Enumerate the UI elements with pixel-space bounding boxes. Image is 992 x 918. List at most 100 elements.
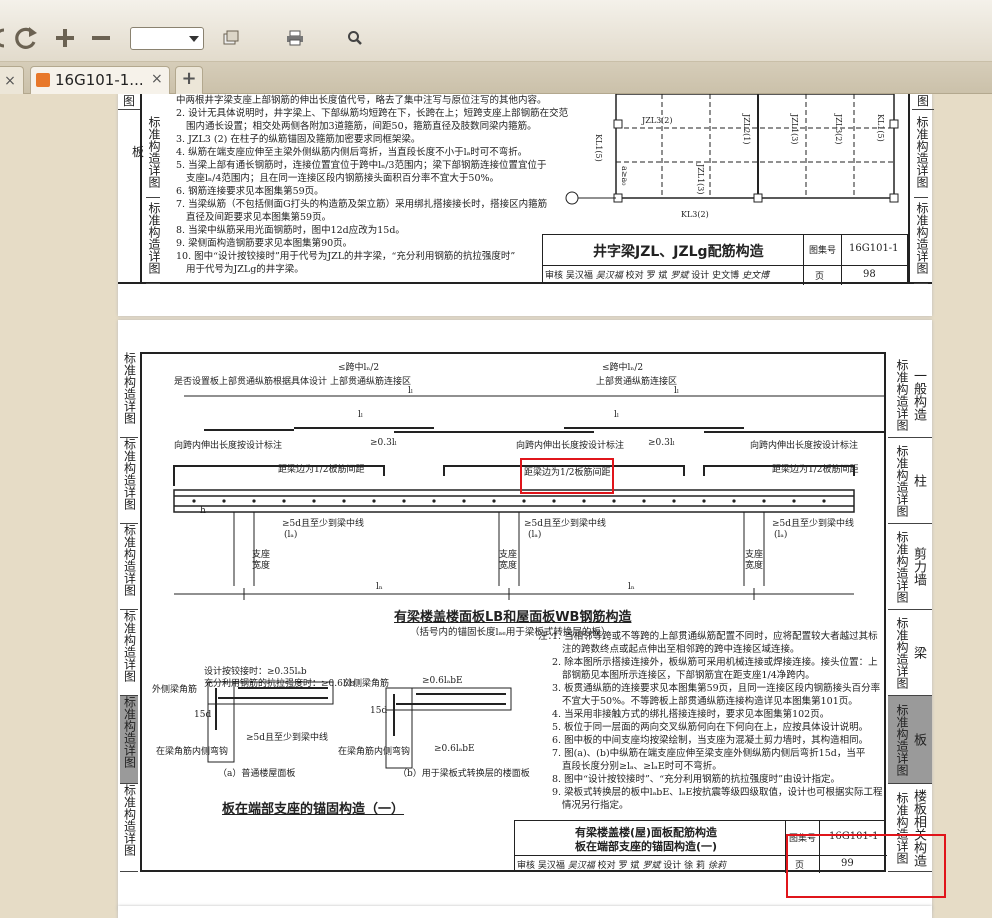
note-line: 部钢筋见本图所示连接区，下部钢筋宜在距支座1/4净跨内。	[562, 670, 815, 681]
note-line: 3. 板贯通纵筋的连接要求见本图集第59页，且同一连接区段内钢筋接头百分率	[552, 683, 881, 694]
note-line: 6. 钢筋连接要求见本图集第59页。	[176, 186, 324, 197]
plan-label: a≥a₀	[620, 166, 629, 186]
dim-label: ≥5d且至少到梁中线	[282, 519, 365, 529]
note-line: 4. 当采用非接触方式的绑扎搭接连接时，要求见本图集第102页。	[552, 709, 830, 720]
new-tab-button[interactable]: +	[175, 66, 203, 94]
dim-label: 向跨内伸出长度按设计标注	[750, 441, 859, 451]
plan-label: JZL3(2)	[834, 114, 843, 145]
span-label: lₙ	[628, 582, 635, 592]
left-strip-cell: 图	[118, 94, 140, 110]
right-strip-cell: 标准构造详图 剪力墙	[888, 524, 932, 610]
detail-label: 外侧梁角筋	[344, 679, 390, 689]
pdf-page-98: 图 标准构造详图 标准构造详图 板 图 标准构造详图 标准构造详图 中两根井字梁…	[118, 94, 934, 316]
dim-label: 上部贯通纵筋连接区	[330, 377, 412, 387]
search-icon[interactable]	[344, 22, 366, 54]
left-strip-extra: 板	[132, 145, 145, 159]
dim-label: 向跨内伸出长度按设计标注	[516, 441, 625, 451]
note-line: 直段长度分别≥lₐ、≥lₐE时可不弯折。	[562, 761, 722, 772]
dim-label: lₗ	[674, 386, 680, 396]
note-line: 5. 当梁上部有通长钢筋时，连接位置宜位于跨中lₙ/3范围内；梁下部钢筋连接位置…	[176, 160, 547, 171]
plan-label: JZL1(3)	[790, 114, 799, 145]
note-line: 中两根井字梁支座上部钢筋的伸出长度值代号，略去了集中注写与原位注写的其他内容。	[176, 95, 547, 106]
note-line: 7. 图(a)、(b)中纵筋在端支座应伸至梁支座外侧纵筋内侧后弯折15d，当平	[552, 748, 866, 759]
zoom-select[interactable]	[130, 27, 204, 50]
support-label: 支座宽度	[252, 550, 271, 571]
dim-label: (lₐ)	[528, 530, 542, 540]
note-line: 5. 板位于同一层面的两向交叉纵筋何向在下何向在上，应按具体设计说明。	[552, 722, 869, 733]
left-frame-line	[140, 94, 142, 284]
refresh-icon[interactable]	[12, 22, 40, 54]
dim-label: (lₐ)	[284, 530, 298, 540]
note-line: 围内通长设置；相交处两侧各附加3道箍筋，间距50，箍筋直径及肢数同梁内箍筋。	[186, 121, 537, 132]
dim-label: h	[200, 506, 206, 516]
pdf-page-100	[118, 906, 932, 918]
tab-active[interactable]: 16G101-1... ×	[30, 66, 170, 94]
dim-label: ≥5d且至少到梁中线	[772, 519, 855, 529]
print-icon[interactable]	[284, 22, 306, 54]
toolbar	[0, 0, 992, 62]
back-icon[interactable]	[0, 22, 10, 54]
sign-row: 审核 吴汉福 吴汉福 校对 罗 斌 罗斌 设计 史文博 史文博	[545, 271, 769, 281]
right-frame-line	[908, 94, 910, 284]
note-line: 9. 梁板式转换层的板中lₐbE、lₐE按抗震等级四级取值，设计也可根据实际工程	[552, 787, 883, 798]
detail-label: 外侧梁角筋	[152, 685, 198, 695]
dim-label: ≥0.3lₗ	[648, 438, 675, 448]
note-line: 情况另行指定。	[562, 800, 629, 811]
right-strip-cell: 标准构造详图	[914, 202, 929, 284]
detail-label: 15d	[194, 710, 212, 720]
detail-label: 在梁角筋内侧弯钩	[338, 747, 411, 757]
tab-close-icon[interactable]: ×	[151, 71, 163, 87]
note-line: 直径及间距要求见本图集第59页。	[186, 212, 332, 223]
dim-label: lₗ	[614, 410, 620, 420]
highlight-box-page-number	[786, 834, 946, 898]
dim-label: (lₐ)	[774, 530, 788, 540]
tab-title: 16G101-1...	[55, 71, 144, 89]
zoom-in-icon[interactable]	[52, 22, 78, 54]
tab-previous[interactable]: ×	[0, 66, 24, 94]
left-strip-cell: 标准构造详图	[120, 352, 138, 438]
plan-label: KL3(2)	[681, 210, 709, 219]
right-strip: 标准构造详图 一般构造 标准构造详图柱 标准构造详图 剪力墙 标准构造详图梁 标准构…	[888, 352, 932, 872]
detail-label: ≥0.6lₐbE	[434, 744, 475, 754]
document-viewer[interactable]: 图 标准构造详图 标准构造详图 板 图 标准构造详图 标准构造详图 中两根井字梁…	[0, 94, 992, 918]
dim-label: lₗ	[358, 410, 364, 420]
support-label: 支座宽度	[499, 550, 518, 571]
left-strip-cell: 标准构造详图	[146, 202, 161, 284]
note-line: 1. 当相邻等跨或不等跨的上部贯通纵筋配置不同时，应将配置较大者越过其标	[552, 631, 878, 642]
note-line: 支座lₙ/4范围内；且在同一连接区段内钢筋接头面积百分率不宜大于50%。	[186, 173, 500, 184]
dim-label: 上部贯通纵筋连接区	[596, 377, 678, 387]
plan-label: JZL2(1)	[742, 114, 751, 145]
drawing-title-2: 板在端部支座的锚固构造(一)	[575, 840, 718, 853]
right-strip-cell: 图	[912, 94, 934, 110]
atlas-label: 图集号	[809, 246, 837, 256]
left-strip-cell: 标准构造详图	[120, 438, 138, 524]
right-strip-cell: 标准构造详图 一般构造	[888, 352, 932, 438]
dim-label: ≥0.3lₗ	[370, 438, 397, 448]
zoom-out-icon[interactable]	[88, 22, 114, 54]
dim-label: lₗ	[408, 386, 414, 396]
note-line: 3. JZL3 (2) 在柱子的纵筋锚固及箍筋加密要求同框架梁。	[176, 134, 421, 145]
left-strip-cell-active: 标准构造详图	[120, 696, 138, 784]
note-line: 不宜大于50%。不等跨板上部贯通纵筋连接构造详见本图集第101页。	[562, 696, 858, 707]
fit-page-icon[interactable]	[220, 22, 242, 54]
right-strip-cell: 标准构造详图柱	[888, 438, 932, 524]
span-label: lₙ	[376, 582, 383, 592]
highlight-box-note	[520, 458, 614, 494]
plan-label: KL1(5)	[594, 134, 603, 162]
tab-close-icon[interactable]: ×	[4, 73, 16, 89]
main-title: 有梁楼盖楼面板LB和屋面板WB钢筋构造	[394, 610, 632, 625]
note-line: 2. 除本图所示搭接连接外，板纵筋可采用机械连接或焊接连接。接头位置：上	[552, 657, 878, 668]
plan-label: JZL3(2)	[642, 116, 673, 125]
support-label: 支座宽度	[745, 550, 764, 571]
dim-label: 向跨内伸出长度按设计标注	[174, 441, 283, 451]
detail-caption: （b）用于梁板式转换层的楼面板	[398, 769, 530, 779]
detail-b-drawing	[385, 687, 512, 769]
right-strip-cell: 标准构造详图梁	[888, 610, 932, 696]
note-line: 8. 当梁中纵筋采用光面钢筋时，图中12d应改为15d。	[176, 225, 405, 236]
dim-label: ≤跨中lₙ/2	[602, 363, 644, 373]
note-line: 注的跨数终点或起点伸出至相邻跨的跨中连接区域连接。	[562, 644, 800, 655]
detail-label: ≥5d且至少到梁中线	[246, 733, 329, 743]
detail-label: ≥0.6lₐbE	[422, 676, 463, 686]
right-strip-cell: 标准构造详图	[914, 116, 929, 198]
note-line: 9. 梁侧面构造钢筋要求见本图集第90页。	[176, 238, 353, 249]
